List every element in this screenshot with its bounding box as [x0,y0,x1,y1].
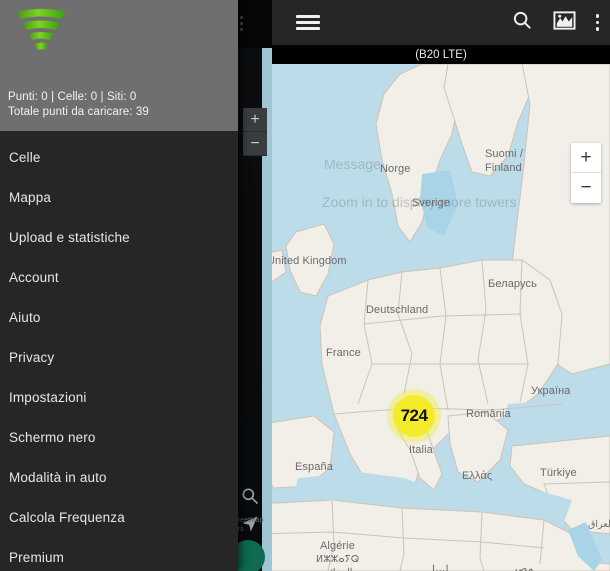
background-map-zoom-controls[interactable]: + − [243,108,267,156]
menu-item-label: Calcola Frequenza [9,509,125,525]
map-label-ellas: Ελλάς [462,470,493,482]
tower-cluster-marker[interactable]: 724 [393,395,435,437]
map-label-deutschland: Deutschland [366,304,429,316]
menu-item-label: Privacy [9,349,55,365]
map-label-algerie: Algérie [320,540,355,552]
map-label-algeria-arabic: الجزائر [325,567,352,571]
stats-counts: Punti: 0 | Celle: 0 | Siti: 0 [8,91,137,103]
band-status-bar: (B20 LTE) [272,45,610,64]
menu-item-celle[interactable]: Celle [0,137,238,177]
map-label-ukraine: Україна [531,385,571,397]
menu-item-label: Celle [9,149,41,165]
map-label-italia: Italia [409,444,433,456]
navigation-drawer: Punti: 0 | Celle: 0 | Siti: 0 Totale pun… [0,0,238,571]
menu-item-label: Aiuto [9,309,41,325]
map-zoom-out-button[interactable]: − [571,173,601,203]
app-bar-actions [511,9,610,37]
search-icon[interactable] [511,9,533,36]
map-ghost-message: Message [324,156,381,172]
menu-item-label: Impostazioni [9,389,87,405]
map-label-united-kingdom: United Kingdom [272,255,347,267]
band-label: (B20 LTE) [415,48,467,61]
menu-item-label: Account [9,269,59,285]
app-screen: + − © OpenStreetMap contributors [0,0,610,571]
three-dots-vertical-icon[interactable] [595,14,599,31]
menu-item-label: Modalità in auto [9,469,107,485]
drawer-stats: Punti: 0 | Celle: 0 | Siti: 0 Totale pun… [8,90,149,120]
map-label-belarus: Беларусь [488,278,537,290]
menu-item-label: Premium [9,549,65,565]
menu-item-label: Mappa [9,189,52,205]
background-zoom-in-button[interactable]: + [243,108,267,132]
menu-item-mappa[interactable]: Mappa [0,177,238,217]
map-canvas[interactable]: Message Zoom in to display more towers N… [272,64,610,571]
map-zoom-controls: + − [571,143,601,203]
menu-item-label: Schermo nero [9,429,96,445]
background-search-zoom-icon[interactable] [240,486,260,511]
menu-item-aiuto[interactable]: Aiuto [0,297,238,337]
menu-item-modalita-in-auto[interactable]: Modalità in auto [0,457,238,497]
map-label-finland: Finland [485,162,522,174]
menu-item-label: Upload e statistiche [9,229,130,245]
stats-pending-upload: Totale punti da caricare: 39 [8,106,149,118]
menu-item-impostazioni[interactable]: Impostazioni [0,377,238,417]
map-vector-layer [272,64,610,571]
map-label-iraq-arabic: العراق [588,519,610,530]
world-map-icon[interactable] [552,9,576,37]
right-panel-map-screen: (B20 LTE) Message Zoom in to display mor… [272,0,610,571]
map-label-turkiye: Türkiye [540,467,577,479]
map-label-algeria-tifinagh: ⵍⵣⵣⴰⵢⵕ [316,554,360,565]
menu-item-calcola-frequenza[interactable]: Calcola Frequenza [0,497,238,537]
map-label-france: France [326,347,361,359]
menu-item-privacy[interactable]: Privacy [0,337,238,377]
map-label-sverige: Sverige [412,197,450,209]
map-label-egypt-arabic: مصر [512,563,534,571]
app-bar-left [272,12,344,33]
wifi-signal-icon [16,9,66,50]
map-zoom-in-button[interactable]: + [571,143,601,173]
menu-item-schermo-nero[interactable]: Schermo nero [0,417,238,457]
app-bar [272,0,610,45]
left-panel-drawer-open: + − © OpenStreetMap contributors [0,0,272,571]
drawer-menu-list: Celle Mappa Upload e statistiche Account… [0,131,238,571]
map-label-libya-arabic: ليبيا [432,564,449,571]
map-label-espana: España [295,461,333,473]
map-label-suomi: Suomi / [485,148,523,160]
map-label-romania: România [466,408,511,420]
map-label-norge: Norge [380,163,411,175]
menu-item-account[interactable]: Account [0,257,238,297]
menu-item-premium[interactable]: Premium [0,537,238,571]
hamburger-menu-icon[interactable] [296,12,320,33]
menu-item-upload-e-statistiche[interactable]: Upload e statistiche [0,217,238,257]
background-zoom-out-button[interactable]: − [243,132,267,156]
drawer-header: Punti: 0 | Celle: 0 | Siti: 0 Totale pun… [0,0,238,131]
